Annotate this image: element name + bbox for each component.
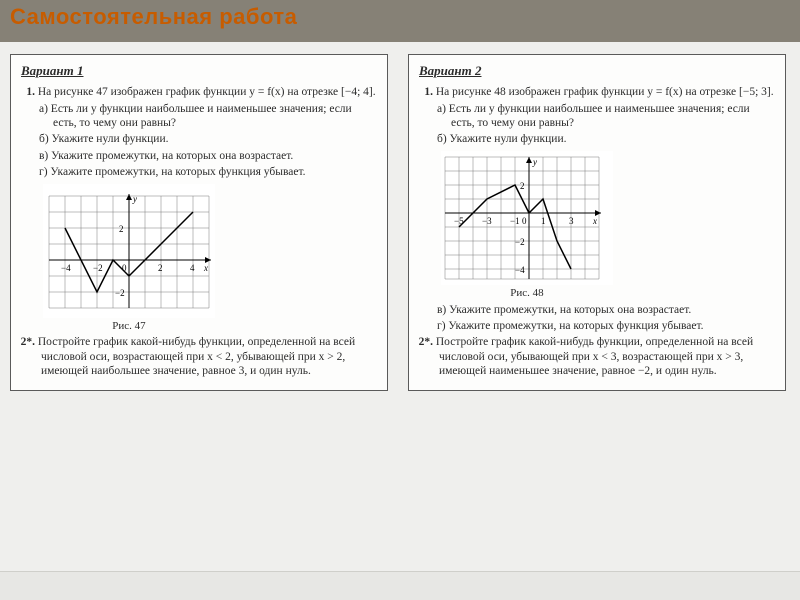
fig47-tick-x-m4: −4: [61, 263, 71, 273]
fig48-origin: 0: [522, 216, 527, 226]
fig48-tick-x-1: 1: [541, 216, 546, 226]
fig47-origin: 0: [122, 263, 127, 273]
fig48-tick-x-3: 3: [569, 216, 574, 226]
title-bar: Самостоятельная работа: [0, 0, 800, 42]
v1-q1-num: 1.: [21, 85, 35, 99]
fig47-axes: [49, 194, 211, 308]
content-container: Вариант 1 1. На рисунке 47 изображен гра…: [0, 42, 800, 403]
fig48-tick-y-m2: −2: [515, 237, 525, 247]
fig47-xlabel: x: [203, 263, 208, 273]
fig48-tick-y-2: 2: [520, 181, 525, 191]
v2-q1: 1. На рисунке 48 изображен график функци…: [439, 85, 775, 99]
fig47-tick-y-m2: −2: [115, 288, 125, 298]
fig47-tick-y-2: 2: [119, 224, 124, 234]
v2-q2-text: Постройте график какой-нибудь функции, о…: [436, 336, 753, 377]
v2-q1d: г) Укажите промежутки, на которых функци…: [451, 319, 775, 333]
fig48-tick-x-m3: −3: [482, 216, 492, 226]
v1-q1: 1. На рисунке 47 изображен график функци…: [41, 85, 377, 99]
v2-q1c: в) Укажите промежутки, на которых она во…: [451, 303, 775, 317]
fig48-tick-y-m4: −4: [515, 265, 525, 275]
fig47-tick-x-4: 4: [190, 263, 195, 273]
v2-q2-num: 2*.: [419, 335, 433, 349]
variant-2-label: Вариант 2: [419, 63, 775, 79]
v1-q1c: в) Укажите промежутки, на которых она во…: [53, 149, 377, 163]
variant-2-card: Вариант 2 1. На рисунке 48 изображен гра…: [408, 54, 786, 391]
footer-bar: [0, 571, 800, 600]
v1-q1a: а) Есть ли у функции наибольшее и наимен…: [53, 102, 377, 131]
v2-q2: 2*. Постройте график какой-нибудь функци…: [439, 335, 775, 378]
variant-1-card: Вариант 1 1. На рисунке 47 изображен гра…: [10, 54, 388, 391]
v2-q1-num: 1.: [419, 85, 433, 99]
fig48-tick-x-m5: −5: [454, 216, 464, 226]
page-title: Самостоятельная работа: [10, 4, 297, 29]
fig47-ylabel: y: [132, 194, 137, 204]
fig48-caption: Рис. 48: [441, 287, 613, 301]
v1-q1d: г) Укажите промежутки, на которых функци…: [53, 165, 377, 179]
figure-47: −4 −2 2 4 2 −2 0 x y: [43, 184, 215, 318]
figure-48: −5 −3 −1 1 3 2 −2 −4 0 x y: [441, 151, 613, 285]
fig47-tick-x-2: 2: [158, 263, 163, 273]
fig47-tick-x-m2: −2: [93, 263, 103, 273]
fig48-xlabel: x: [592, 216, 597, 226]
figure-47-wrap: −4 −2 2 4 2 −2 0 x y Рис. 47: [43, 184, 377, 334]
v2-q1-text: На рисунке 48 изображен график функции y…: [436, 86, 774, 98]
v1-q2-text: Постройте график какой-нибудь функции, о…: [38, 336, 355, 377]
fig48-ylabel: y: [532, 157, 537, 167]
v2-q1b: б) Укажите нули функции.: [451, 132, 775, 146]
v1-q2-num: 2*.: [21, 335, 35, 349]
v2-q1a: а) Есть ли у функции наибольшее и наимен…: [451, 102, 775, 131]
v1-q1-text: На рисунке 47 изображен график функции y…: [38, 86, 376, 98]
fig48-tick-x-m1: −1: [510, 216, 520, 226]
figure-48-wrap: −5 −3 −1 1 3 2 −2 −4 0 x y Рис. 48: [441, 151, 775, 301]
variant-1-label: Вариант 1: [21, 63, 377, 79]
v1-q2: 2*. Постройте график какой-нибудь функци…: [41, 335, 377, 378]
v1-q1b: б) Укажите нули функции.: [53, 132, 377, 146]
fig47-caption: Рис. 47: [43, 320, 215, 334]
